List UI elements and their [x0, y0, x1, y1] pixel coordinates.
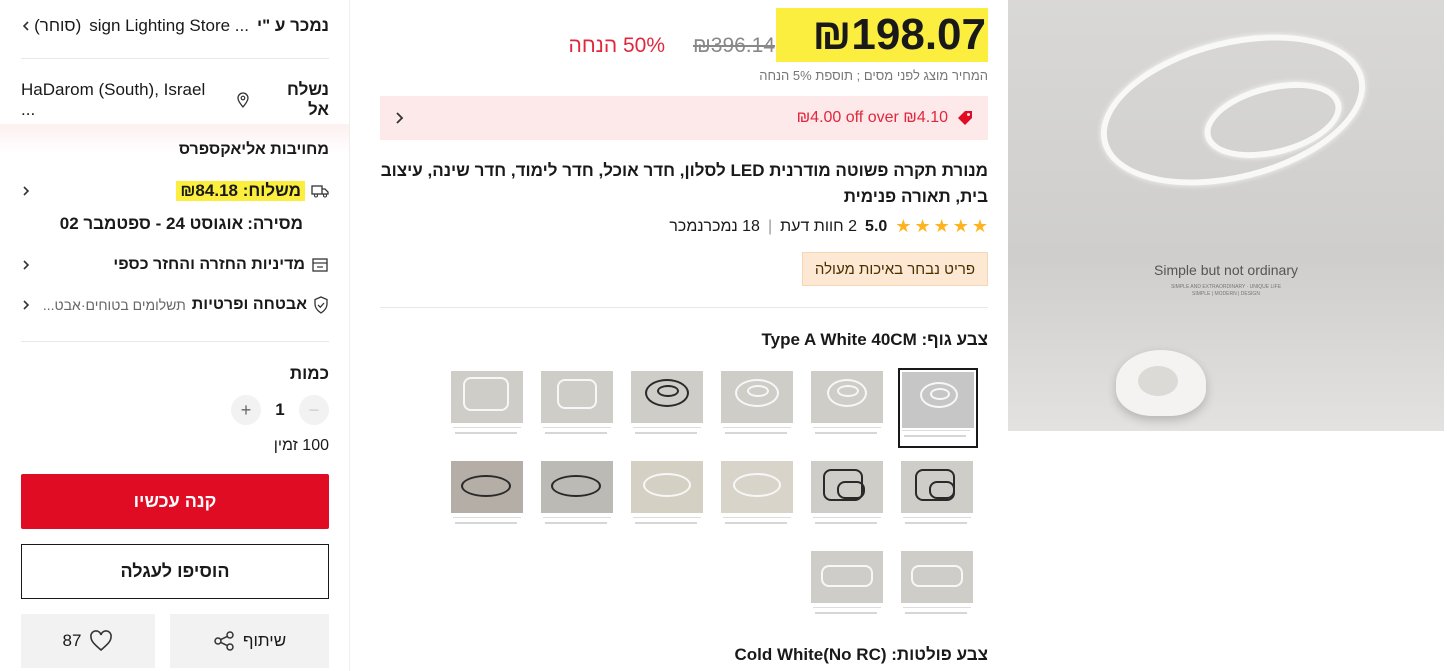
wishlist-count: 87 [62, 631, 82, 650]
tax-note: המחיר מוצג לפני מסים ; תוספת 5% הנחה [759, 68, 988, 83]
star-icon: ★ [952, 216, 969, 236]
color-swatch[interactable] [630, 370, 704, 444]
quantity-label: כמות [289, 364, 329, 383]
delivery-label: מסירה: [247, 214, 303, 233]
ship-to-row[interactable]: נשלח אל HaDarom (South), Israel ... [21, 80, 329, 120]
color-swatch[interactable] [630, 460, 704, 534]
discount-label: 50% הנחה [568, 34, 665, 57]
stock-available: 100 זמין [273, 437, 329, 454]
sold-count: 18 נמכרנמכר [669, 217, 760, 235]
divider [380, 307, 988, 308]
color-swatch[interactable] [540, 370, 614, 444]
star-icon: ★ [895, 216, 912, 236]
heart-icon [90, 630, 113, 652]
review-count[interactable]: 2 חוות דעת [780, 218, 857, 236]
coupon-tag-icon [958, 111, 972, 125]
rating-row[interactable]: ★ ★ ★ ★ ★ 5.0 2 חוות דעת | 18 נמכרנמכר [669, 216, 988, 237]
commitment-title: מחויבות אליאקספרס [178, 141, 329, 158]
color-swatch[interactable] [450, 370, 524, 444]
color-swatch[interactable] [720, 370, 794, 444]
quality-badge: פריט נבחר באיכות מעולה [801, 252, 988, 286]
color-swatch[interactable] [540, 460, 614, 534]
delivery-row: מסירה: אוגוסט 24 - ספטמבר 02 [21, 214, 329, 234]
return-box-icon [312, 258, 328, 272]
star-icon: ★ [933, 216, 950, 236]
chevron-left-icon [23, 300, 30, 310]
product-info: ₪198.07 ₪396.14 50% הנחה המחיר מוצג לפני… [380, 0, 988, 671]
buy-now-button[interactable]: קנה עכשיו [21, 474, 329, 529]
truck-icon [311, 185, 329, 198]
body-color-label: צבע גוף: [921, 330, 988, 349]
color-swatch[interactable] [450, 460, 524, 534]
quantity-increase-button[interactable]: + [231, 395, 261, 425]
shield-check-icon [314, 296, 328, 314]
returns-row[interactable]: מדיניות החזרה והחזר כספי [21, 256, 329, 274]
shipping-price: ₪84.18 [180, 181, 238, 200]
star-icon: ★ [914, 216, 931, 236]
color-swatch-selected[interactable] [898, 368, 978, 448]
security-row[interactable]: אבטחה ופרטיות תשלומים בטוחים·אבט... [21, 296, 329, 314]
product-main-image[interactable]: Simple but not ordinary SIMPLE AND EXTRA… [1008, 0, 1444, 431]
chevron-left-icon [23, 186, 30, 196]
original-price: ₪396.14 [692, 34, 775, 57]
product-title: מנורת תקרה פשוטה מודרנית LED לסלון, חדר … [380, 161, 988, 206]
light-color-label: צבע פולטות: [891, 645, 988, 664]
rating-stars: ★ ★ ★ ★ ★ [895, 216, 988, 237]
color-swatch[interactable] [810, 550, 884, 624]
decor-object [1116, 350, 1206, 416]
wishlist-button[interactable]: 87 [21, 614, 155, 668]
seller-label: נמכר ע "י [256, 16, 329, 35]
color-swatch[interactable] [810, 370, 884, 444]
chevron-left-icon [22, 21, 29, 31]
commitment-header: מחויבות אליאקספרס [21, 141, 329, 159]
shipping-label: משלוח: [242, 181, 301, 200]
share-icon [214, 631, 234, 651]
quantity-value[interactable]: 1 [273, 400, 287, 420]
security-detail: תשלומים בטוחים·אבט... [42, 297, 186, 313]
share-label: שיתוף [242, 631, 287, 650]
light-color-value: Cold White(No RC) [734, 645, 887, 664]
shipping-row[interactable]: משלוח: ₪84.18 [21, 181, 329, 201]
purchase-panel: נמכר ע "י sign Lighting Store ... (סוחר)… [0, 0, 350, 671]
light-color-option: צבע פולטות: Cold White(No RC) [734, 645, 988, 665]
shipping-cost: משלוח: ₪84.18 [176, 181, 305, 201]
chevron-left-icon [23, 260, 30, 270]
returns-label: מדיניות החזרה והחזר כספי [113, 256, 305, 273]
add-to-cart-button[interactable]: הוסיפו לעגלה [21, 544, 329, 599]
body-color-option: צבע גוף: Type A White 40CM [762, 330, 988, 350]
current-price: ₪198.07 [812, 10, 986, 59]
rating-separator: | [767, 217, 773, 235]
delivery-dates: אוגוסט 24 - ספטמבר 02 [59, 214, 244, 233]
security-label: אבטחה ופרטיות [191, 296, 307, 313]
ship-to-location[interactable]: HaDarom (South), Israel ... [21, 80, 224, 120]
quantity-decrease-button[interactable]: − [299, 395, 329, 425]
seller-name[interactable]: sign Lighting Store ... [89, 16, 249, 36]
divider [21, 341, 329, 342]
star-icon: ★ [971, 216, 988, 236]
seller-type: (סוחר) [34, 16, 82, 35]
color-swatch[interactable] [720, 460, 794, 534]
seller-row[interactable]: נמכר ע "י sign Lighting Store ... (סוחר) [21, 16, 329, 36]
coupon-banner[interactable]: ₪4.00 off over ₪4.10 [380, 96, 988, 140]
divider [21, 58, 329, 59]
image-subline-2: SIMPLE | MODERN | DESIGN [1192, 291, 1260, 297]
coupon-text: ₪4.00 off over ₪4.10 [796, 109, 948, 126]
stock-row: 100 זמין [21, 437, 329, 455]
ship-to-label: נשלח אל [287, 80, 329, 119]
color-swatch[interactable] [900, 550, 974, 624]
image-subline: SIMPLE AND EXTRAORDINARY · UNIQUE LIFE [1170, 284, 1282, 290]
color-swatch[interactable] [900, 460, 974, 534]
chevron-right-icon [396, 112, 404, 124]
rating-value: 5.0 [865, 217, 888, 235]
quantity-header: כמות [21, 364, 329, 384]
share-button[interactable]: שיתוף [170, 614, 329, 668]
color-swatch[interactable] [810, 460, 884, 534]
image-tagline: Simple but not ordinary [1154, 262, 1298, 278]
location-pin-icon [236, 92, 249, 108]
quantity-stepper: − 1 + [21, 395, 329, 425]
body-color-value: Type A White 40CM [761, 330, 917, 349]
